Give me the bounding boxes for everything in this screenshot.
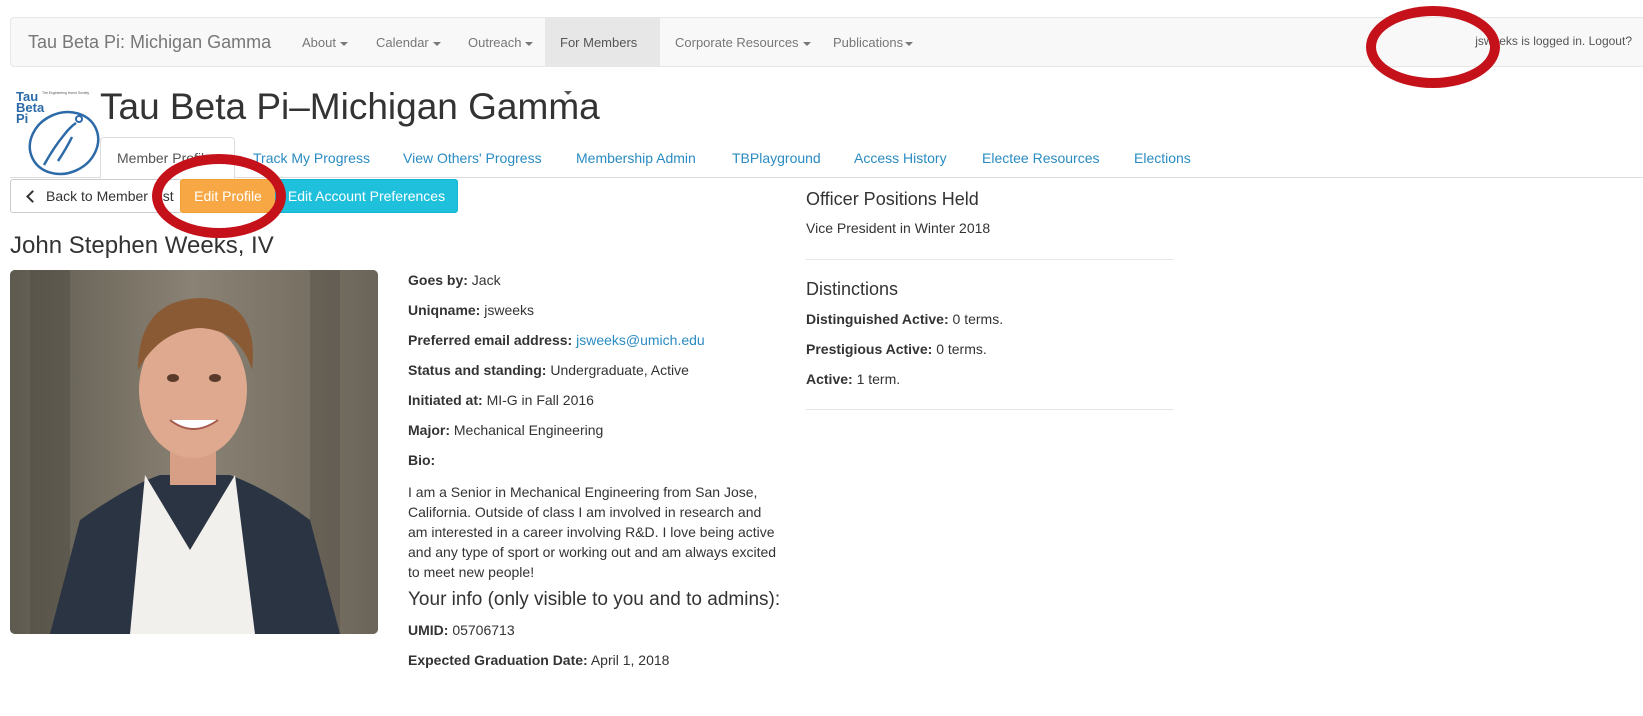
distinction-row: Distinguished Active: 0 terms.: [806, 309, 1003, 329]
status-row: Status and standing: Undergraduate, Acti…: [408, 360, 689, 380]
graduation-value: April 1, 2018: [590, 652, 670, 668]
distinctions-heading: Distinctions: [806, 279, 899, 299]
officer-position-item: Vice President in Winter 2018: [806, 220, 991, 236]
top-navbar: Tau Beta Pi: Michigan Gamma About Calend…: [10, 17, 1643, 95]
tab-view-others-progress[interactable]: View Others' Progress: [387, 137, 558, 177]
edit-profile-button[interactable]: Edit Profile: [180, 179, 276, 213]
initiated-row: Initiated at: MI-G in Fall 2016: [408, 390, 594, 410]
email-label: Preferred email address:: [408, 332, 573, 348]
user-status: jsweeks is logged in. Logout?: [1475, 18, 1632, 66]
caret-down-icon: [525, 41, 534, 46]
status-value: Undergraduate, Active: [550, 362, 689, 378]
tab-track-my-progress[interactable]: Track My Progress: [237, 137, 386, 177]
tab-electee-resources[interactable]: Electee Resources: [966, 137, 1116, 177]
nav-outreach[interactable]: Outreach: [453, 18, 548, 66]
nav-outreach-label: Outreach: [468, 35, 522, 50]
back-to-member-list-button[interactable]: Back to Member List: [10, 179, 182, 213]
distinction-value: 0 terms.: [952, 311, 1004, 327]
email-row: Preferred email address: jsweeks@umich.e…: [408, 330, 705, 350]
goes-by-value: Jack: [471, 272, 501, 288]
tab-elections[interactable]: Elections: [1118, 137, 1207, 177]
nav-calendar[interactable]: Calendar: [361, 18, 456, 66]
graduation-label: Expected Graduation Date:: [408, 652, 588, 668]
distinction-row: Prestigious Active: 0 terms.: [806, 339, 987, 359]
logout-link[interactable]: Logout?: [1589, 34, 1632, 48]
uniqname-label: Uniqname:: [408, 302, 481, 318]
major-label: Major:: [408, 422, 450, 438]
nav-corporate-resources[interactable]: Corporate Resources: [660, 18, 826, 66]
nav-publications[interactable]: Publications: [818, 18, 928, 66]
distinction-label: Distinguished Active:: [806, 311, 949, 327]
caret-down-icon: [339, 41, 348, 46]
nav-calendar-label: Calendar: [376, 35, 429, 50]
initiated-label: Initiated at:: [408, 392, 483, 408]
graduation-row: Expected Graduation Date: April 1, 2018: [408, 650, 669, 670]
goes-by-label: Goes by:: [408, 272, 468, 288]
email-link[interactable]: jsweeks@umich.edu: [576, 332, 705, 348]
officer-positions-heading: Officer Positions Held: [806, 189, 979, 209]
bio-text: I am a Senior in Mechanical Engineering …: [408, 484, 777, 580]
umid-label: UMID:: [408, 622, 449, 638]
bio-label-row: Bio:: [408, 450, 435, 470]
logged-in-text: jsweeks is logged in.: [1475, 34, 1586, 48]
goes-by-row: Goes by: Jack: [408, 270, 501, 290]
caret-down-icon: [905, 41, 914, 46]
uniqname-row: Uniqname: jsweeks: [408, 300, 534, 320]
nav-about-label: About: [302, 35, 336, 50]
tau-beta-pi-logo[interactable]: Tau Beta Pi The Engineering Honor Societ…: [14, 87, 104, 177]
distinction-label: Active:: [806, 371, 853, 387]
svg-text:Pi: Pi: [16, 111, 28, 126]
member-photo: [10, 270, 378, 634]
distinction-label: Prestigious Active:: [806, 341, 933, 357]
major-value: Mechanical Engineering: [453, 422, 604, 438]
umid-value: 05706713: [452, 622, 515, 638]
tab-access-history[interactable]: Access History: [838, 137, 963, 177]
nav-about[interactable]: About: [287, 18, 363, 66]
nav-publications-label: Publications: [833, 35, 904, 50]
site-title: Tau Beta Pi–Michigan Gamma: [100, 86, 600, 127]
distinction-value: 0 terms.: [936, 341, 987, 357]
nav-for-members[interactable]: For Members: [545, 18, 660, 95]
umid-row: UMID: 05706713: [408, 620, 515, 640]
navbar-brand[interactable]: Tau Beta Pi: Michigan Gamma: [28, 18, 271, 68]
edit-account-preferences-button[interactable]: Edit Account Preferences: [275, 179, 458, 213]
initiated-value: MI-G in Fall 2016: [486, 392, 594, 408]
caret-down-icon: [802, 41, 811, 46]
tab-membership-admin[interactable]: Membership Admin: [560, 137, 712, 177]
nav-corporate-resources-label: Corporate Resources: [675, 35, 799, 50]
svg-text:The Engineering Honor Society: The Engineering Honor Society: [42, 91, 89, 95]
tabs-divider: [10, 177, 1643, 178]
private-info-heading: Your info (only visible to you and to ad…: [408, 589, 781, 610]
caret-down-icon: [432, 41, 441, 46]
edit-profile-label: Edit Profile: [194, 188, 262, 204]
bio-label: Bio:: [408, 452, 436, 468]
nav-for-members-label: For Members: [560, 35, 638, 50]
tab-tbplayground[interactable]: TBPlayground: [716, 137, 837, 177]
chevron-left-icon: [26, 190, 39, 204]
divider: [806, 259, 1174, 260]
distinction-value: 1 term.: [856, 371, 901, 387]
member-name: John Stephen Weeks, IV: [10, 232, 274, 259]
edit-prefs-label: Edit Account Preferences: [287, 188, 446, 204]
divider: [806, 409, 1174, 410]
major-row: Major: Mechanical Engineering: [408, 420, 603, 440]
status-label: Status and standing:: [408, 362, 547, 378]
tab-member-profile[interactable]: Member Profile: [100, 137, 235, 179]
distinction-row: Active: 1 term.: [806, 369, 900, 389]
back-button-label: Back to Member List: [46, 188, 174, 204]
uniqname-value: jsweeks: [484, 302, 535, 318]
